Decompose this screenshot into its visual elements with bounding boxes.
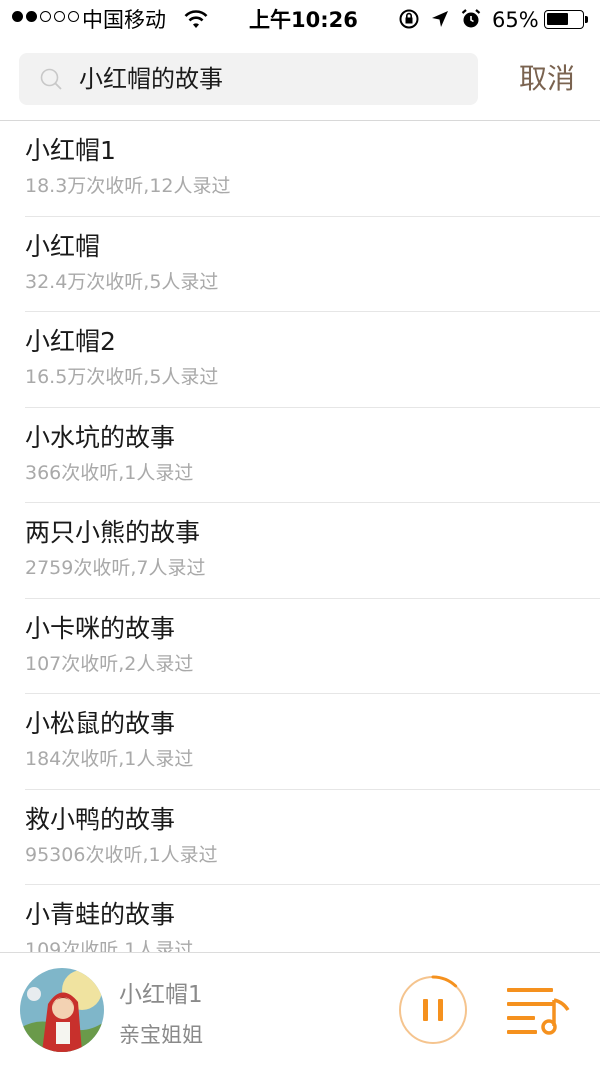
search-icon [39, 67, 63, 91]
now-playing-artist: 亲宝姐姐 [119, 1023, 203, 1047]
item-meta: 16.5万次收听,5人录过 [25, 366, 219, 388]
item-title: 两只小熊的故事 [25, 518, 201, 547]
mini-player[interactable]: 小红帽1 亲宝姐姐 [0, 952, 600, 1065]
alarm-icon [460, 8, 482, 36]
cancel-button[interactable]: 取消 [519, 56, 575, 102]
item-title: 小红帽2 [25, 327, 116, 356]
list-item[interactable]: 小青蛙的故事 109次收听,1人录过 [0, 885, 600, 952]
now-playing-title: 小红帽1 [119, 982, 203, 1008]
search-input[interactable]: 小红帽的故事 [79, 53, 223, 105]
status-bar: 中国移动 上午10:26 65% [0, 0, 600, 40]
list-item[interactable]: 小红帽 32.4万次收听,5人录过 [0, 217, 600, 312]
battery-fill [547, 13, 568, 25]
battery-icon [544, 10, 588, 29]
pause-icon [423, 999, 428, 1021]
item-meta: 184次收听,1人录过 [25, 748, 194, 770]
search-results-list[interactable]: 小红帽1 18.3万次收听,12人录过 小红帽 32.4万次收听,5人录过 小红… [0, 121, 600, 952]
item-title: 小青蛙的故事 [25, 900, 176, 929]
signal-strength-icon [12, 11, 79, 22]
item-meta: 2759次收听,7人录过 [25, 557, 206, 579]
status-icons [398, 8, 482, 36]
list-item[interactable]: 两只小熊的故事 2759次收听,7人录过 [0, 503, 600, 599]
list-item[interactable]: 小红帽2 16.5万次收听,5人录过 [0, 312, 600, 408]
list-item[interactable]: 小红帽1 18.3万次收听,12人录过 [0, 121, 600, 217]
battery-percent: 65% [492, 8, 539, 32]
rotation-lock-icon [398, 8, 420, 36]
item-title: 小松鼠的故事 [25, 709, 176, 738]
search-bar[interactable]: 小红帽的故事 [19, 53, 478, 105]
item-meta: 107次收听,2人录过 [25, 652, 194, 675]
album-cover[interactable] [20, 968, 104, 1052]
item-meta: 366次收听,1人录过 [25, 461, 194, 484]
item-title: 救小鸭的故事 [25, 804, 176, 834]
list-item[interactable]: 小松鼠的故事 184次收听,1人录过 [0, 694, 600, 790]
list-item[interactable]: 小卡咪的故事 107次收听,2人录过 [0, 599, 600, 694]
item-meta: 32.4万次收听,5人录过 [25, 270, 219, 293]
status-time: 上午10:26 [249, 8, 358, 32]
item-meta: 95306次收听,1人录过 [25, 843, 218, 866]
list-item[interactable]: 救小鸭的故事 95306次收听,1人录过 [0, 790, 600, 885]
carrier-name: 中国移动 [82, 8, 166, 32]
item-title: 小红帽 [25, 231, 101, 261]
item-title: 小红帽1 [25, 136, 116, 165]
item-title: 小水坑的故事 [25, 422, 176, 452]
wifi-icon [184, 8, 208, 36]
playlist-icon[interactable] [505, 984, 573, 1036]
location-arrow-icon [430, 9, 450, 35]
list-item[interactable]: 小水坑的故事 366次收听,1人录过 [0, 408, 600, 503]
item-meta: 109次收听,1人录过 [25, 939, 194, 952]
item-meta: 18.3万次收听,12人录过 [25, 175, 231, 197]
pause-button[interactable] [397, 974, 469, 1046]
item-title: 小卡咪的故事 [25, 613, 176, 643]
